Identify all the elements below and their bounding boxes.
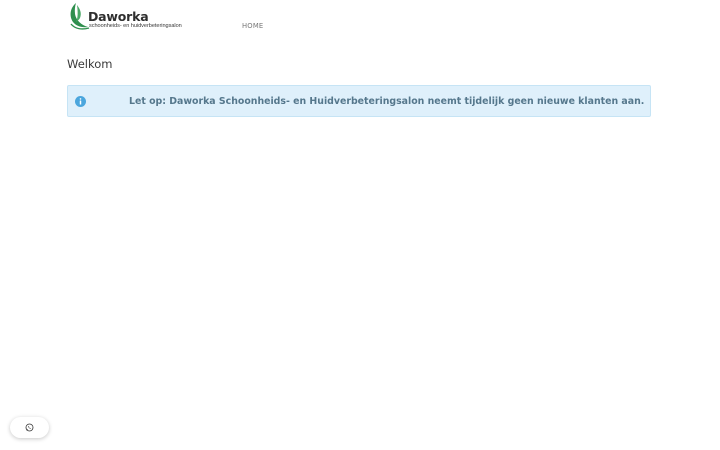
whatsapp-button[interactable] (10, 417, 49, 438)
site-header: Daworka schoonheids- en huidverbeterings… (0, 0, 720, 36)
info-alert: Let op: Daworka Schoonheids- en Huidverb… (67, 85, 651, 117)
page: Daworka schoonheids- en huidverbeterings… (0, 0, 720, 450)
info-circle-icon (75, 96, 86, 107)
leaf-logo-icon (70, 3, 90, 30)
alert-message: Let op: Daworka Schoonheids- en Huidverb… (129, 96, 645, 107)
main-nav: HOME (242, 13, 263, 32)
site-logo[interactable]: Daworka schoonheids- en huidverbeterings… (68, 2, 194, 32)
page-title: Welkom (67, 57, 113, 71)
logo-tagline: schoonheids- en huidverbeteringsalon (89, 23, 182, 29)
logo-name: Daworka (88, 9, 149, 24)
nav-item-home[interactable]: HOME (242, 22, 263, 30)
whatsapp-icon (25, 423, 34, 432)
